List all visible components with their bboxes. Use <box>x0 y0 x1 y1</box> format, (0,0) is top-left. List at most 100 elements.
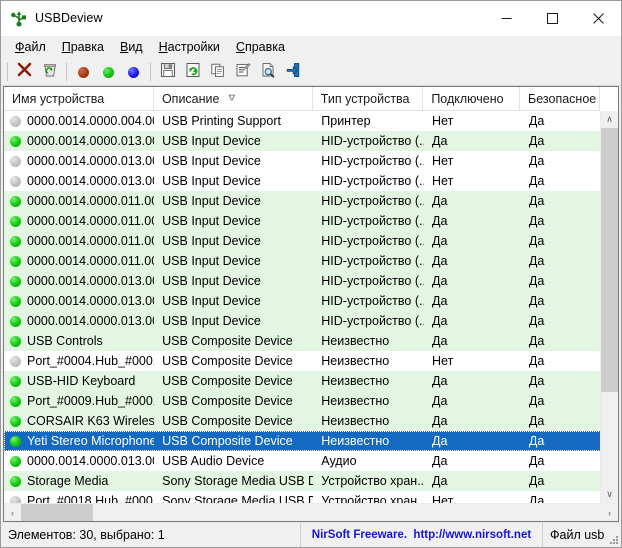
status-nirsoft-credit[interactable]: NirSoft Freeware. http://www.nirsoft.net <box>301 523 543 547</box>
column-header-safe-to-unplug[interactable]: Безопасное ... <box>520 87 600 110</box>
menu-item-help[interactable]: Справка <box>229 38 294 56</box>
table-row[interactable]: Port_#0009.Hub_#0001USB Composite Device… <box>4 391 601 411</box>
red-x-icon <box>17 62 32 82</box>
cell-device-type: Неизвестно <box>313 354 424 368</box>
cell-device-name: USB Controls <box>4 334 154 348</box>
table-row[interactable]: USB-HID KeyboardUSB Composite DeviceНеиз… <box>4 371 601 391</box>
enable-device-button[interactable] <box>96 60 121 84</box>
cell-device-type: HID-устройство (... <box>313 294 424 308</box>
cell-safe-to-unplug: Да <box>521 394 601 408</box>
refresh-button[interactable] <box>180 60 205 84</box>
cell-safe-to-unplug: Да <box>521 474 601 488</box>
uninstall-device-button[interactable] <box>12 60 37 84</box>
vertical-scroll-thumb[interactable] <box>601 128 618 392</box>
table-row[interactable]: Storage MediaSony Storage Media USB D...… <box>4 471 601 491</box>
cell-device-name: 0000.0014.0000.004.00... <box>4 114 154 128</box>
cell-safe-to-unplug: Да <box>521 194 601 208</box>
table-row[interactable]: 0000.0014.0000.004.00...USB Printing Sup… <box>4 111 601 131</box>
status-disconnected-icon <box>10 356 21 367</box>
table-row[interactable]: 0000.0014.0000.013.00...USB Audio Device… <box>4 451 601 471</box>
cell-device-name: Storage Media <box>4 474 154 488</box>
cell-device-name: 0000.0014.0000.011.00... <box>4 194 154 208</box>
table-row[interactable]: 0000.0014.0000.013.00...USB Input Device… <box>4 291 601 311</box>
cell-text: CORSAIR K63 Wireless... <box>27 414 154 428</box>
disable-device-button[interactable] <box>71 60 96 84</box>
sort-indicator-icon: ∇ <box>228 94 235 103</box>
table-row[interactable]: 0000.0014.0000.011.00...USB Input Device… <box>4 211 601 231</box>
status-disconnected-icon <box>10 496 21 504</box>
cell-description: USB Composite Device <box>154 434 313 448</box>
table-row[interactable]: CORSAIR K63 Wireless...USB Composite Dev… <box>4 411 601 431</box>
cell-connected: Да <box>424 454 521 468</box>
menu-bar: Файл Правка Вид Настройки Справка <box>1 36 621 59</box>
cell-device-type: Устройство хран... <box>313 494 424 503</box>
scroll-up-button[interactable]: ∧ <box>601 111 618 128</box>
cell-device-name: CORSAIR K63 Wireless... <box>4 414 154 428</box>
menu-label-view: ид <box>128 40 142 54</box>
vertical-scrollbar[interactable]: ∧ ∨ <box>600 111 618 503</box>
properties-icon <box>235 62 251 83</box>
table-rows: 0000.0014.0000.004.00...USB Printing Sup… <box>4 111 601 503</box>
menu-item-options[interactable]: Настройки <box>152 38 229 56</box>
column-header-device-name[interactable]: Имя устройства <box>4 87 154 110</box>
menu-item-edit[interactable]: Правка <box>55 38 113 56</box>
close-button[interactable] <box>575 1 621 35</box>
scroll-right-button[interactable]: › <box>601 504 618 521</box>
column-header-connected[interactable]: Подключено <box>423 87 520 110</box>
table-row[interactable]: Port_#0018.Hub_#0001Sony Storage Media U… <box>4 491 601 503</box>
cell-description: USB Input Device <box>154 314 313 328</box>
cell-safe-to-unplug: Да <box>521 154 601 168</box>
cell-text: 0000.0014.0000.011.00... <box>27 214 154 228</box>
exit-button[interactable] <box>280 60 305 84</box>
disable-enable-button[interactable] <box>121 60 146 84</box>
properties-button[interactable] <box>230 60 255 84</box>
horizontal-scroll-track[interactable] <box>21 504 601 521</box>
table-row[interactable]: 0000.0014.0000.013.00...USB Input Device… <box>4 151 601 171</box>
column-header-description[interactable]: Описание ∇ <box>154 87 313 110</box>
save-button[interactable] <box>155 60 180 84</box>
cell-device-type: HID-устройство (... <box>313 254 424 268</box>
cell-safe-to-unplug: Да <box>521 214 601 228</box>
cell-text: Port_#0009.Hub_#0001 <box>27 394 154 408</box>
table-row[interactable]: 0000.0014.0000.011.00...USB Input Device… <box>4 191 601 211</box>
status-connected-icon <box>10 476 21 487</box>
cell-connected: Да <box>424 214 521 228</box>
table-row[interactable]: 0000.0014.0000.013.00...USB Input Device… <box>4 131 601 151</box>
cell-device-type: Неизвестно <box>313 334 424 348</box>
horizontal-scroll-thumb[interactable] <box>21 504 93 521</box>
status-connected-icon <box>10 256 21 267</box>
menu-item-view[interactable]: Вид <box>113 38 152 56</box>
find-icon <box>260 62 276 83</box>
resize-grip-icon[interactable] <box>607 533 619 545</box>
table-row[interactable]: USB ControlsUSB Composite DeviceНеизвест… <box>4 331 601 351</box>
cell-device-type: Устройство хран... <box>313 474 424 488</box>
maximize-button[interactable] <box>529 1 575 35</box>
table-row[interactable]: Port_#0004.Hub_#0001USB Composite Device… <box>4 351 601 371</box>
cell-description: USB Input Device <box>154 154 313 168</box>
table-row[interactable]: 0000.0014.0000.013.00...USB Input Device… <box>4 311 601 331</box>
menu-item-file[interactable]: Файл <box>8 38 55 56</box>
cell-description: USB Input Device <box>154 294 313 308</box>
vertical-scroll-track[interactable] <box>601 128 618 486</box>
column-header-device-type[interactable]: Тип устройства <box>313 87 424 110</box>
table-row[interactable]: 0000.0014.0000.013.00...USB Input Device… <box>4 271 601 291</box>
cell-device-name: 0000.0014.0000.013.00... <box>4 274 154 288</box>
table-row[interactable]: 0000.0014.0000.011.00...USB Input Device… <box>4 231 601 251</box>
scroll-down-button[interactable]: ∨ <box>601 486 618 503</box>
copy-icon <box>210 62 226 83</box>
horizontal-scrollbar[interactable]: ‹ › <box>4 503 618 521</box>
menu-label-help: правка <box>245 40 285 54</box>
minimize-button[interactable] <box>483 1 529 35</box>
table-row[interactable]: 0000.0014.0000.011.00...USB Input Device… <box>4 251 601 271</box>
scroll-left-button[interactable]: ‹ <box>4 504 21 521</box>
clean-unused-button[interactable] <box>37 60 62 84</box>
column-header-label: Описание <box>162 92 220 106</box>
status-connected-icon <box>10 316 21 327</box>
table-row[interactable]: Yeti Stereo MicrophoneUSB Composite Devi… <box>4 431 601 451</box>
cell-connected: Нет <box>424 174 521 188</box>
nirsoft-link[interactable]: http://www.nirsoft.net <box>413 529 531 541</box>
find-button[interactable] <box>255 60 280 84</box>
copy-button[interactable] <box>205 60 230 84</box>
cell-description: USB Composite Device <box>154 334 313 348</box>
table-row[interactable]: 0000.0014.0000.013.00...USB Input Device… <box>4 171 601 191</box>
